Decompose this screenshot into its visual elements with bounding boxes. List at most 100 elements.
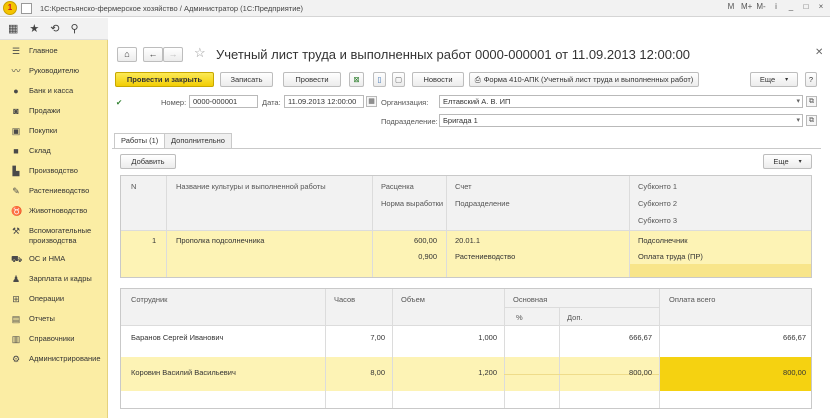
news-button[interactable]: Новости [412, 72, 464, 87]
column-header-employee[interactable]: Сотрудник [131, 295, 167, 304]
info-icon[interactable]: i [771, 2, 781, 11]
box-icon: ■ [13, 146, 19, 156]
cell-employee[interactable]: Коровин Василий Васильевич [131, 368, 236, 377]
column-header-extra[interactable]: Доп. [567, 313, 582, 322]
column-header-total[interactable]: Оплата всего [669, 295, 715, 304]
date-field[interactable]: 11.09.2013 12:00:00 [284, 95, 364, 108]
save-button[interactable]: Записать [220, 72, 273, 87]
cell-employee[interactable]: Баранов Сергей Иванович [131, 333, 223, 342]
add-row-button[interactable]: Добавить [120, 154, 176, 169]
sidebar-item-production[interactable]: ▙ Производство [0, 166, 108, 176]
column-header-department[interactable]: Подразделение [455, 199, 510, 208]
column-header-account[interactable]: Счет [455, 182, 472, 191]
cell-row-number[interactable]: 1 [152, 236, 156, 245]
sidebar-item-auxiliary[interactable]: ⚒ Вспомогательные производства [0, 226, 108, 246]
sidebar-item-operations[interactable]: ⊞ Операции [0, 294, 108, 304]
excel-icon[interactable]: ⊠ [349, 72, 364, 87]
search-icon[interactable]: ⚲ [71, 22, 79, 35]
document-list-icon[interactable]: ▯ [373, 72, 386, 87]
cell-hours[interactable]: 7,00 [325, 333, 385, 342]
column-header-hours[interactable]: Часов [334, 295, 355, 304]
app-logo-icon: 1 [3, 1, 17, 15]
cell-main[interactable]: 800,00 [504, 368, 652, 377]
column-header-main[interactable]: Основная [513, 295, 547, 304]
cell-culture[interactable]: Прополка подсолнечника [176, 236, 264, 245]
home-button[interactable]: ⌂ [117, 47, 137, 62]
sidebar-item-reports[interactable]: ▤ Отчеты [0, 314, 108, 324]
department-field[interactable]: Бригада 1 ▾ [439, 114, 803, 127]
window-controls: M M+ M- i _ □ × [726, 2, 826, 11]
sidebar-item-main[interactable]: ☰ Главное [0, 46, 108, 56]
column-header-subconto2[interactable]: Субконто 2 [638, 199, 677, 208]
dropdown-icon[interactable]: ▾ [796, 96, 800, 107]
cell-subconto2[interactable]: Оплата труда (ПР) [638, 252, 703, 261]
column-header-culture[interactable]: Название культуры и выполненной работы [176, 182, 326, 191]
back-button[interactable]: ← [143, 47, 163, 62]
favorite-star-icon[interactable]: ☆ [194, 45, 206, 61]
home-icon: ⌂ [124, 49, 130, 59]
calendar-icon[interactable]: ▦ [366, 96, 377, 107]
open-organization-icon[interactable]: ⧉ [806, 96, 817, 107]
column-header-percent[interactable]: % [516, 313, 523, 322]
forward-button[interactable]: → [163, 47, 183, 62]
sidebar-item-livestock[interactable]: ♉ Животноводство [0, 206, 108, 216]
sidebar-item-assets[interactable]: ⛟ ОС и НМА [0, 254, 108, 264]
maximize-button[interactable]: □ [801, 2, 811, 11]
dropdown-icon[interactable]: ▾ [796, 115, 800, 126]
more-actions-button[interactable]: Еще ▾ [750, 72, 798, 87]
sidebar-item-manager[interactable]: 〰 Руководителю [0, 66, 108, 76]
chart-icon: 〰 [11, 66, 21, 76]
people-icon: ♟ [11, 274, 21, 284]
print-form-410-button[interactable]: ⎙ Форма 410-АПК (Учетный лист труда и вып… [469, 72, 699, 87]
sidebar-item-catalogs[interactable]: ▥ Справочники [0, 334, 108, 344]
column-header-n[interactable]: N [131, 182, 136, 191]
column-header-rate[interactable]: Расценка [381, 182, 414, 191]
memory-button[interactable]: M [726, 2, 736, 11]
tab-works[interactable]: Работы (1) [114, 133, 166, 149]
cell-total[interactable]: 666,67 [659, 333, 806, 342]
sidebar-item-bank[interactable]: ● Банк и касса [0, 86, 108, 96]
number-field[interactable]: 0000-000001 [189, 95, 258, 108]
cell-rate[interactable]: 600,00 [371, 236, 437, 245]
column-header-subconto1[interactable]: Субконто 1 [638, 182, 677, 191]
sidebar-item-admin[interactable]: ⚙ Администрирование [0, 354, 108, 364]
sidebar-item-warehouse[interactable]: ■ Склад [0, 146, 108, 156]
column-header-norm[interactable]: Норма выработки [381, 199, 443, 208]
cell-department[interactable]: Растениеводство [455, 252, 515, 261]
post-and-close-button[interactable]: Провести и закрыть [115, 72, 214, 87]
organization-field[interactable]: Елтавский А. В. ИП ▾ [439, 95, 803, 108]
close-window-button[interactable]: × [816, 2, 826, 11]
window-title-bar: 1 1С:Крестьянско-фермерское хозяйство / … [0, 0, 830, 17]
minimize-button[interactable]: _ [786, 2, 796, 11]
column-header-volume[interactable]: Объем [401, 295, 425, 304]
cell-main[interactable]: 666,67 [504, 333, 652, 342]
memory-plus-button[interactable]: M+ [741, 2, 752, 11]
structure-icon[interactable]: ▢ [392, 72, 405, 87]
cell-norm[interactable]: 0,900 [371, 252, 437, 261]
column-header-subconto3[interactable]: Субконто 3 [638, 216, 677, 225]
history-icon[interactable]: ⟲ [50, 22, 59, 35]
works-more-button[interactable]: Еще ▾ [763, 154, 812, 169]
cell-hours[interactable]: 8,00 [325, 368, 385, 377]
apps-grid-icon[interactable]: ▦ [8, 22, 18, 35]
memory-minus-button[interactable]: M- [756, 2, 766, 11]
sidebar-item-crop[interactable]: ✎ Растениеводство [0, 186, 108, 196]
cell-account[interactable]: 20.01.1 [455, 236, 480, 245]
cell-volume[interactable]: 1,200 [392, 368, 497, 377]
sidebar-item-purchases[interactable]: ▣ Покупки [0, 126, 108, 136]
cell-volume[interactable]: 1,000 [392, 333, 497, 342]
subconto3-active-cell[interactable] [629, 264, 811, 277]
cell-subconto1[interactable]: Подсолнечник [638, 236, 688, 245]
favorites-star-icon[interactable]: ★ [29, 22, 39, 35]
sidebar-item-salary[interactable]: ♟ Зарплата и кадры [0, 274, 108, 284]
cell-total[interactable]: 800,00 [659, 368, 806, 377]
tab-additional[interactable]: Дополнительно [164, 133, 232, 148]
window-menu-icon[interactable] [21, 2, 32, 14]
close-icon[interactable]: ✕ [815, 47, 823, 58]
open-department-icon[interactable]: ⧉ [806, 115, 817, 126]
quick-access-toolbar: ▦ ★ ⟲ ⚲ [0, 18, 108, 40]
sidebar-item-sales[interactable]: ◙ Продажи [0, 106, 108, 116]
help-button[interactable]: ? [805, 72, 817, 87]
post-button[interactable]: Провести [283, 72, 341, 87]
document-form: ⌂ ← → ☆ Учетный лист труда и выполненных… [109, 40, 830, 418]
